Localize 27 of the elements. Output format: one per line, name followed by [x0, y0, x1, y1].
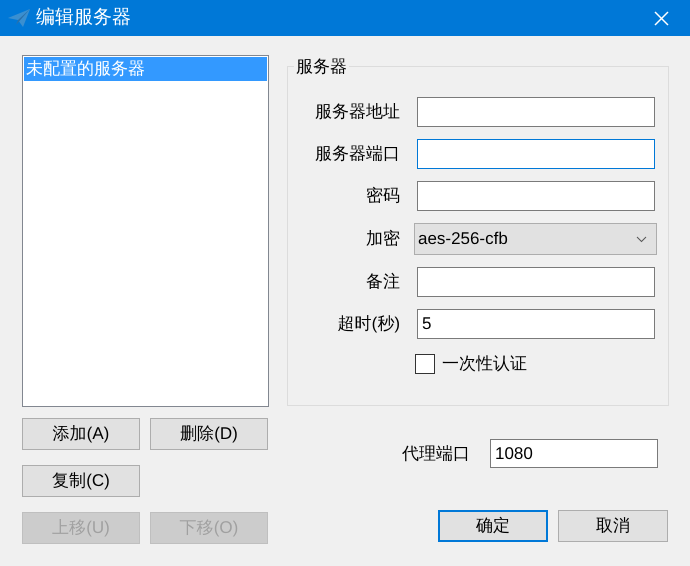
proxy-port-field[interactable]: 1080 [490, 439, 658, 468]
input-field[interactable]: 5 [417, 309, 655, 339]
checkbox-label: 一次性认证 [442, 353, 527, 375]
dropdown-value: aes-256-cfb [418, 228, 508, 250]
input-field[interactable] [417, 181, 655, 211]
field-label: 备注 [365, 271, 400, 294]
field-label: 服务器端口 [314, 143, 400, 166]
paper-plane-icon [8, 9, 30, 27]
group-title: 服务器 [294, 58, 349, 76]
field-label: 密码 [365, 185, 400, 208]
proxy-port-label: 代理端口 [402, 442, 471, 465]
checkbox[interactable] [415, 354, 435, 374]
close-icon[interactable] [654, 10, 669, 26]
window-title: 编辑服务器 [36, 6, 131, 30]
list-button[interactable]: 删除(D) [150, 418, 268, 450]
field-label: 超时(秒) [336, 313, 400, 336]
encryption-dropdown[interactable]: aes-256-cfb [414, 223, 657, 255]
dialog-button[interactable]: 取消 [558, 510, 668, 542]
dialog-button[interactable]: 确定 [438, 510, 548, 542]
input-field[interactable] [417, 139, 655, 169]
input-field[interactable] [417, 97, 655, 127]
chevron-down-icon [636, 236, 647, 242]
field-label: 服务器地址 [314, 101, 400, 124]
field-label: 加密 [365, 228, 400, 250]
list-button[interactable]: 添加(A) [22, 418, 140, 450]
input-field[interactable] [417, 267, 655, 297]
list-button[interactable]: 复制(C) [22, 465, 140, 497]
